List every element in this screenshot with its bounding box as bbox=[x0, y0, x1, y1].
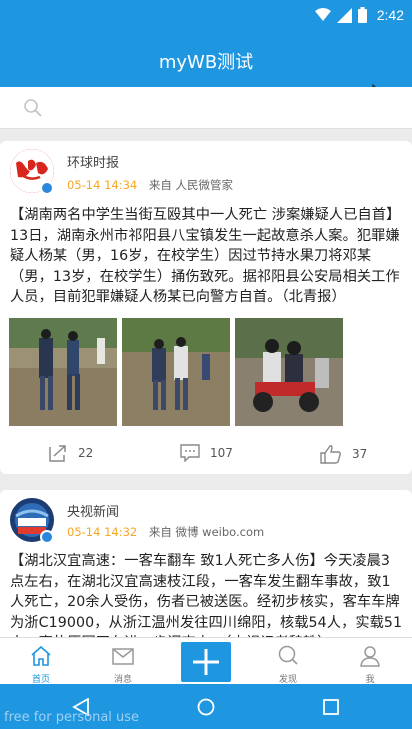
share-icon bbox=[49, 445, 66, 462]
plus-icon bbox=[193, 649, 219, 675]
comment-count: 107 bbox=[210, 446, 233, 460]
post-image[interactable] bbox=[235, 318, 343, 426]
person-icon bbox=[360, 646, 380, 667]
status-bar: 2:42 bbox=[0, 0, 412, 32]
post-time: 05-14 14:32 bbox=[67, 525, 138, 539]
signal-icon bbox=[336, 7, 352, 23]
verified-badge-icon bbox=[40, 181, 54, 195]
post-text[interactable]: 【湖南两名中学生当街互殴其中一人死亡 涉案嫌疑人已自首】13日，湖南永州市祁阳县… bbox=[10, 205, 404, 308]
post-card[interactable]: 央视新闻 05-14 14:32 来自 微博 weibo.com 【湖北汉宜高速… bbox=[0, 490, 412, 637]
post-source: 来自 微博 weibo.com bbox=[148, 525, 265, 539]
post-image[interactable] bbox=[9, 318, 117, 426]
post-actions: 22 107 37 bbox=[0, 444, 412, 472]
post-text[interactable]: 【湖北汉宜高速：一客车翻车 致1人死亡多人伤】今天凌晨3点左右，在湖北汉宜高速枝… bbox=[10, 551, 404, 637]
post-meta: 05-14 14:32 来自 微博 weibo.com bbox=[67, 524, 264, 540]
like-count: 37 bbox=[352, 447, 368, 461]
battery-icon bbox=[357, 7, 367, 23]
tab-discover[interactable]: 发现 bbox=[247, 638, 329, 685]
search-icon bbox=[278, 645, 298, 665]
search-icon[interactable] bbox=[24, 99, 42, 117]
bottom-tab-bar: 首页 消息 发现 我 bbox=[0, 637, 412, 685]
home-button-icon[interactable] bbox=[197, 698, 215, 716]
post-source: 来自 人民微管家 bbox=[148, 178, 234, 192]
search-bar[interactable] bbox=[0, 87, 412, 129]
tab-messages[interactable]: 消息 bbox=[82, 638, 164, 685]
recents-icon[interactable] bbox=[323, 699, 339, 715]
wifi-icon bbox=[314, 8, 331, 21]
post-time: 05-14 14:34 bbox=[67, 178, 138, 192]
system-nav-bar: free for personal use bbox=[0, 684, 412, 729]
watermark: free for personal use bbox=[4, 710, 140, 725]
compose-button[interactable] bbox=[181, 642, 231, 682]
page-title: myWB测试 bbox=[158, 52, 254, 73]
status-icons: 2:42 bbox=[314, 7, 404, 23]
tab-me[interactable]: 我 bbox=[329, 638, 411, 685]
home-icon bbox=[31, 645, 51, 666]
thumbs-up-icon bbox=[320, 445, 342, 464]
post-meta: 05-14 14:34 来自 人民微管家 bbox=[67, 177, 233, 193]
verified-badge-icon bbox=[40, 530, 54, 544]
app-bar: myWB测试 bbox=[0, 32, 412, 104]
post-image[interactable] bbox=[122, 318, 230, 426]
repost-button[interactable]: 22 bbox=[48, 444, 93, 462]
mail-icon bbox=[112, 648, 134, 665]
repost-count: 22 bbox=[78, 446, 94, 460]
like-button[interactable]: 37 bbox=[320, 444, 367, 464]
post-card[interactable]: 环球时报 05-14 14:34 来自 人民微管家 【湖南两名中学生当街互殴其中… bbox=[0, 141, 412, 474]
post-author[interactable]: 环球时报 bbox=[67, 152, 119, 171]
post-images bbox=[9, 318, 343, 426]
feed-list[interactable]: 环球时报 05-14 14:34 来自 人民微管家 【湖南两名中学生当街互殴其中… bbox=[0, 129, 412, 637]
tab-home[interactable]: 首页 bbox=[0, 638, 82, 685]
status-time: 2:42 bbox=[376, 7, 404, 23]
comment-button[interactable]: 107 bbox=[180, 444, 233, 462]
post-author[interactable]: 央视新闻 bbox=[67, 501, 119, 520]
comment-icon bbox=[180, 444, 200, 462]
